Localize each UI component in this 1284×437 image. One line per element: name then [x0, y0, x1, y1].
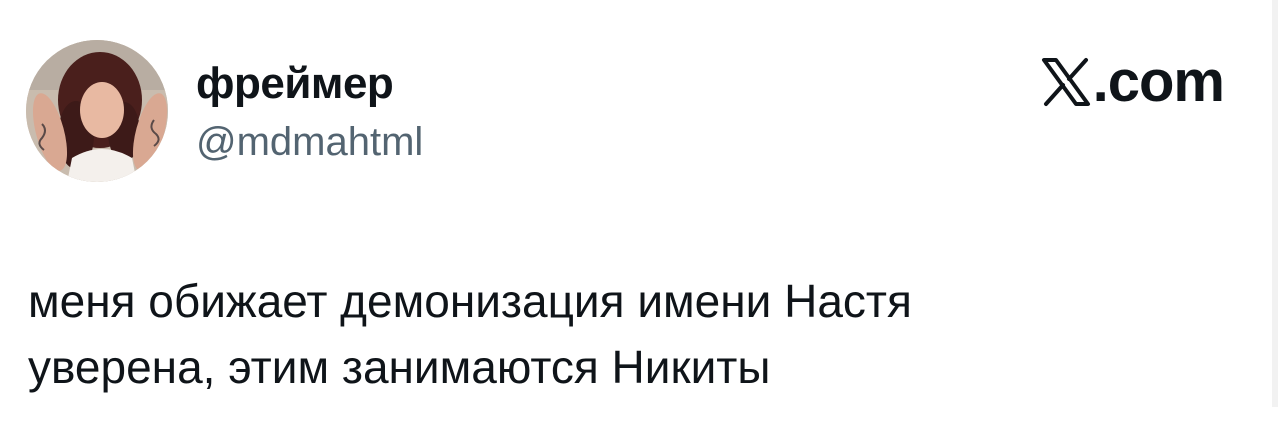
brand-text: .com [1092, 49, 1225, 114]
profile-photo-icon [26, 40, 168, 182]
tweet-line: меня обижает демонизация имени Настя [28, 275, 912, 327]
display-name[interactable]: фреймер [196, 58, 394, 110]
brand-logo: .com [1041, 49, 1225, 114]
avatar[interactable] [26, 40, 168, 182]
x-logo-icon [1041, 57, 1091, 107]
user-handle[interactable]: @mdmahtml [196, 118, 423, 166]
tweet-text: меня обижает демонизация имени Настя уве… [28, 268, 1228, 400]
scrollbar-edge [1272, 0, 1278, 407]
tweet-line: уверена, этим занимаются Никиты [28, 341, 771, 393]
tweet-card: фреймер @mdmahtml .com меня обижает демо… [0, 0, 1284, 437]
